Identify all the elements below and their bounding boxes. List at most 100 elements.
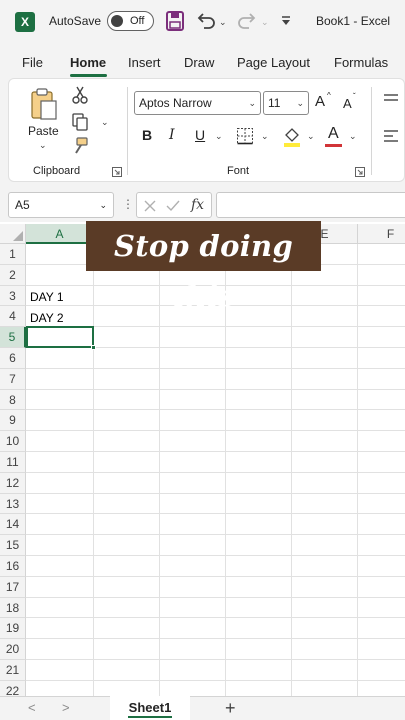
- toggle-knob: [111, 15, 123, 27]
- copy-icon[interactable]: [71, 113, 89, 131]
- increase-font-size-icon[interactable]: A: [315, 93, 325, 110]
- paste-icon[interactable]: [29, 87, 59, 121]
- chevron-down-icon: ⌄: [99, 200, 107, 210]
- row-header-13[interactable]: 13: [0, 493, 26, 515]
- customize-quick-access-icon[interactable]: [280, 15, 292, 27]
- bold-button[interactable]: B: [142, 127, 152, 143]
- clipboard-launcher-icon[interactable]: [112, 167, 122, 177]
- autosave-state: Off: [130, 15, 145, 27]
- row-header-22[interactable]: 22: [0, 680, 26, 696]
- tab-file[interactable]: File: [22, 55, 43, 70]
- row-header-11[interactable]: 11: [0, 452, 26, 473]
- sheet-tab-label: Sheet1: [128, 700, 172, 715]
- tab-formulas[interactable]: Formulas: [334, 55, 388, 70]
- tab-page-layout[interactable]: Page Layout: [237, 55, 310, 70]
- format-painter-icon[interactable]: [71, 137, 89, 155]
- gridline: [26, 388, 405, 390]
- tab-home[interactable]: Home: [70, 55, 106, 70]
- row-header-14[interactable]: 14: [0, 514, 26, 536]
- fill-color-dropdown-icon[interactable]: ⌄: [307, 131, 315, 142]
- top-align-icon[interactable]: [383, 93, 399, 107]
- font-launcher-icon[interactable]: [355, 167, 365, 177]
- active-cell-selection[interactable]: [26, 326, 96, 350]
- underline-dropdown-icon[interactable]: ⌄: [215, 131, 223, 142]
- italic-button[interactable]: I: [169, 127, 175, 143]
- cut-icon[interactable]: [71, 85, 89, 105]
- font-color-dropdown-icon[interactable]: ⌄: [349, 131, 357, 142]
- underline-button[interactable]: U: [195, 127, 205, 143]
- row-header-8[interactable]: 8: [0, 389, 26, 411]
- font-color-icon[interactable]: A: [328, 125, 339, 143]
- redo-icon[interactable]: [236, 10, 258, 32]
- autosave-toggle[interactable]: Off: [107, 11, 154, 31]
- row-header-12[interactable]: 12: [0, 472, 26, 494]
- tab-insert[interactable]: Insert: [128, 55, 161, 70]
- align-left-icon[interactable]: [383, 129, 399, 143]
- ribbon-tabs: File Home Insert Draw Page Layout Formul…: [0, 44, 405, 78]
- row-header-15[interactable]: 15: [0, 535, 26, 556]
- font-size-dropdown[interactable]: 11 ⌄: [263, 91, 309, 115]
- row-header-10[interactable]: 10: [0, 431, 26, 452]
- select-all-button[interactable]: [0, 224, 26, 244]
- row-header-3[interactable]: 3: [0, 285, 26, 307]
- save-icon[interactable]: [165, 10, 185, 32]
- gridline: [26, 659, 405, 660]
- row-header-9[interactable]: 9: [0, 410, 26, 432]
- row-header-2[interactable]: 2: [0, 264, 26, 286]
- gridline: [26, 617, 405, 619]
- more-options-icon[interactable]: ⋮: [122, 197, 134, 211]
- formula-input[interactable]: [216, 192, 405, 218]
- next-sheet-icon[interactable]: >: [62, 700, 70, 715]
- copy-dropdown-icon[interactable]: ⌄: [101, 117, 109, 128]
- cell-a3[interactable]: DAY 1: [30, 290, 64, 304]
- formula-bar: A5 ⌄ ⋮ fx: [0, 188, 405, 222]
- row-header-16[interactable]: 16: [0, 556, 26, 577]
- name-box-value: A5: [15, 198, 30, 212]
- row-header-5[interactable]: 5: [0, 327, 26, 348]
- previous-sheet-icon[interactable]: <: [28, 700, 36, 715]
- row-header-20[interactable]: 20: [0, 639, 26, 660]
- gridline: [26, 409, 405, 411]
- gridline: [26, 534, 405, 536]
- paste-button-label[interactable]: Paste: [28, 124, 59, 138]
- row-header-19[interactable]: 19: [0, 618, 26, 640]
- gridline: [26, 596, 405, 598]
- add-sheet-button[interactable]: +: [225, 698, 236, 719]
- group-separator: [127, 87, 128, 175]
- autosave-label: AutoSave: [49, 14, 102, 28]
- cancel-icon[interactable]: [143, 199, 157, 213]
- fill-handle[interactable]: [91, 345, 96, 350]
- font-color-swatch: [325, 144, 342, 147]
- font-name-value: Aptos Narrow: [139, 96, 212, 110]
- gridline: [159, 244, 160, 696]
- undo-dropdown-icon[interactable]: ⌄: [219, 17, 227, 28]
- gridline: [26, 555, 405, 556]
- column-header-a[interactable]: A: [26, 224, 94, 244]
- redo-dropdown-icon[interactable]: ⌄: [261, 17, 269, 28]
- row-header-21[interactable]: 21: [0, 660, 26, 681]
- row-header-4[interactable]: 4: [0, 306, 26, 328]
- sheet-tab-sheet1[interactable]: Sheet1: [110, 696, 190, 720]
- row-header-6[interactable]: 6: [0, 348, 26, 369]
- font-group-label: Font: [227, 165, 250, 177]
- paste-dropdown-icon[interactable]: ⌄: [39, 140, 47, 151]
- row-header-17[interactable]: 17: [0, 576, 26, 598]
- borders-dropdown-icon[interactable]: ⌄: [261, 131, 269, 142]
- row-header-1[interactable]: 1: [0, 244, 26, 265]
- insert-function-icon[interactable]: fx: [191, 197, 204, 213]
- borders-icon[interactable]: [236, 127, 254, 145]
- tab-draw[interactable]: Draw: [184, 55, 214, 70]
- row-header-7[interactable]: 7: [0, 368, 26, 390]
- name-box[interactable]: A5 ⌄: [8, 192, 114, 218]
- cell-a4[interactable]: DAY 2: [30, 311, 64, 325]
- undo-icon[interactable]: [195, 10, 217, 32]
- gridline: [291, 244, 292, 696]
- row-header-18[interactable]: 18: [0, 597, 26, 619]
- column-header-f[interactable]: F: [358, 224, 405, 244]
- gridline: [26, 638, 405, 640]
- font-name-dropdown[interactable]: Aptos Narrow ⌄: [134, 91, 261, 115]
- gridline: [26, 513, 405, 515]
- decrease-font-size-icon[interactable]: A: [343, 96, 352, 111]
- enter-icon[interactable]: [165, 199, 181, 213]
- fill-color-icon[interactable]: [282, 125, 302, 147]
